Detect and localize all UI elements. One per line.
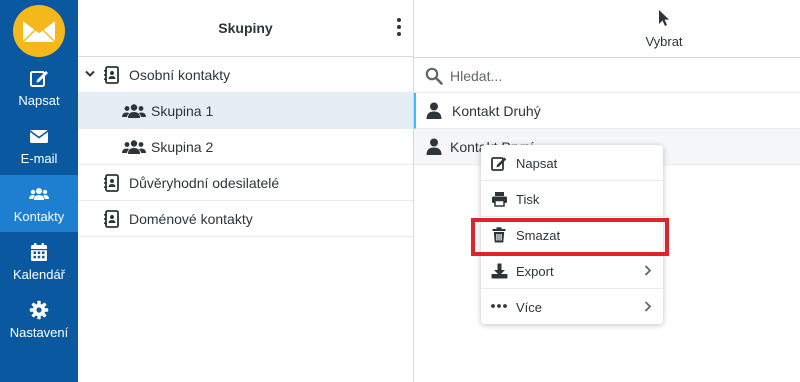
select-button[interactable]: Vybrat [624,0,704,57]
chevron-down-icon[interactable] [85,70,95,78]
ellipsis-icon [491,304,507,308]
calendar-icon [31,243,47,261]
menu-item-label: Napsat [516,156,558,171]
groups-title: Skupiny [218,20,273,36]
nav-item-calendar[interactable]: Kalendář [0,233,78,290]
contact-row-kontakt-druhy[interactable]: Kontakt Druhý [414,93,800,129]
users-icon [29,188,49,200]
envelope-icon [29,130,49,143]
groups-header: Skupiny [78,0,413,57]
address-book-icon [104,66,119,84]
highlight-box [471,218,669,256]
search-input[interactable] [450,65,780,87]
nav-item-settings[interactable]: Nastavení [0,291,78,348]
menu-item-print[interactable]: Tisk [481,181,663,217]
person-icon [426,138,442,155]
download-icon [491,263,508,279]
select-label: Vybrat [645,34,683,49]
printer-icon [492,192,507,207]
group-item-domain-contacts[interactable]: Doménové kontakty [78,201,413,237]
menu-item-compose[interactable]: Napsat [481,145,663,181]
users-icon [122,104,146,118]
contact-name: Kontakt Druhý [452,103,541,119]
nav-label: Napsat [18,93,60,108]
nav-label: Kalendář [12,267,66,282]
group-label: Skupina 2 [151,139,214,155]
search-icon [425,67,443,85]
group-item-skupina-1[interactable]: Skupina 1 [78,93,413,129]
users-icon [122,140,146,154]
nav-label: Nastavení [9,325,69,340]
group-label: Důvěryhodní odesilatelé [129,175,280,191]
chevron-right-icon [644,301,651,312]
address-book-icon [104,210,119,228]
group-label: Doménové kontakty [129,211,253,227]
compose-icon [30,71,48,87]
gear-icon [29,300,49,320]
nav-item-contacts[interactable]: Kontakty [0,175,78,232]
main-navigation: Napsat E-mail Kontakty Kalendář Nastaven… [0,0,78,382]
group-label: Osobní kontakty [129,67,231,83]
cursor-pointer-icon [659,10,669,26]
compose-icon [491,157,507,171]
address-book-icon [104,174,119,192]
group-item-personal-contacts[interactable]: Osobní kontakty [78,57,413,93]
menu-item-label: Tisk [516,192,540,207]
nav-item-email[interactable]: E-mail [0,117,78,174]
menu-item-label: Více [516,300,543,315]
menu-item-export[interactable]: Export [481,253,663,289]
nav-label: E-mail [20,151,58,166]
groups-menu-button[interactable] [395,18,403,40]
nav-item-compose[interactable]: Napsat [0,59,78,116]
menu-item-label: Export [516,264,554,279]
mail-logo-icon[interactable] [13,5,65,57]
person-icon [426,102,442,119]
groups-panel: Skupiny Osobní kontakty Skupina 1 Skupin… [78,0,413,382]
nav-label: Kontakty [13,209,65,224]
group-label: Skupina 1 [151,103,214,119]
group-item-trusted-senders[interactable]: Důvěryhodní odesilatelé [78,165,413,201]
chevron-right-icon [644,265,651,276]
contacts-search [414,57,800,93]
group-item-skupina-2[interactable]: Skupina 2 [78,129,413,165]
menu-item-more[interactable]: Více [481,289,663,325]
